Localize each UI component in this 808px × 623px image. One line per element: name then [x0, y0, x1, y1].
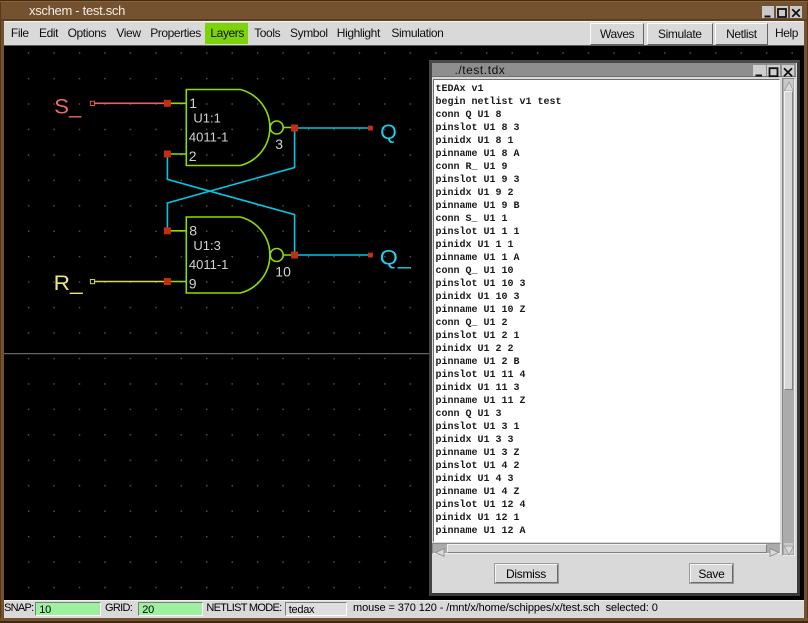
svg-text:3: 3: [275, 136, 283, 152]
svg-text:Q: Q: [380, 121, 397, 144]
svg-text:1: 1: [189, 95, 197, 111]
svg-text:R_: R_: [54, 272, 83, 295]
svg-text:2: 2: [189, 148, 197, 164]
svg-text:8: 8: [189, 223, 197, 239]
svg-text:4011-1: 4011-1: [189, 257, 229, 272]
svg-text:U1:1: U1:1: [193, 110, 220, 125]
svg-text:S_: S_: [54, 96, 81, 119]
svg-text:4011-1: 4011-1: [189, 130, 229, 145]
svg-text:9: 9: [189, 276, 197, 292]
svg-text:10: 10: [275, 263, 291, 279]
svg-text:Q_: Q_: [380, 247, 411, 270]
svg-text:U1:3: U1:3: [193, 238, 220, 253]
